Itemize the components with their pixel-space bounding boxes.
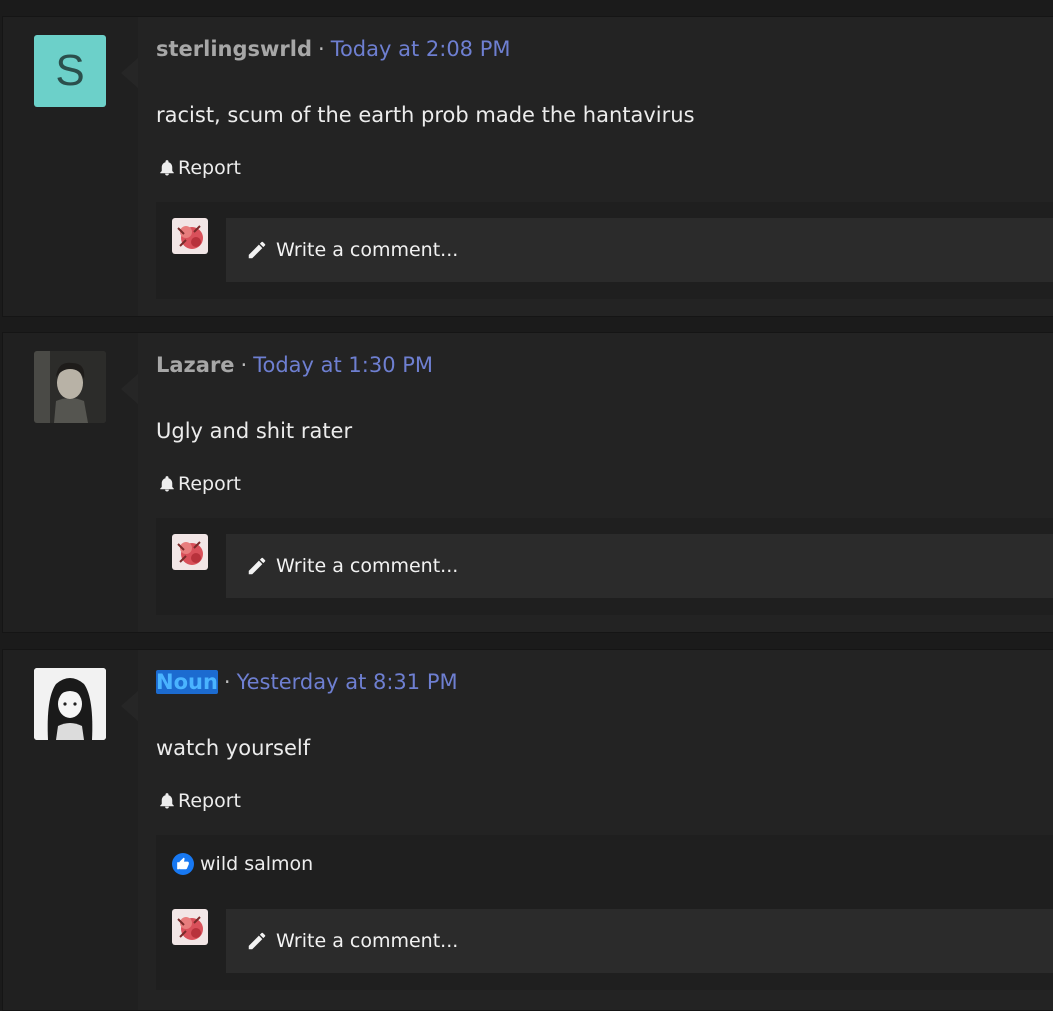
meta-separator: · [223, 670, 231, 694]
post-text: Ugly and shit rater [156, 419, 353, 443]
post: Lazare · Today at 1:30 PM Ugly and shit ra… [2, 332, 1053, 633]
post-text: watch yourself [156, 736, 311, 760]
bell-icon [160, 476, 174, 492]
speech-arrow [121, 57, 139, 89]
author-name[interactable]: Lazare [156, 353, 235, 377]
post-avatar-column [3, 333, 139, 632]
avatar[interactable] [34, 668, 106, 740]
comment-placeholder: Write a comment... [276, 239, 459, 261]
post-meta: Lazare · Today at 1:30 PM [156, 353, 433, 377]
pencil-icon [248, 557, 266, 575]
bell-icon [160, 160, 174, 176]
report-label: Report [178, 473, 241, 495]
avatar[interactable]: S [34, 35, 106, 107]
comment-input[interactable]: Write a comment... [226, 534, 1053, 598]
avatar[interactable] [34, 351, 106, 423]
post-content: Noun · Yesterday at 8:31 PM watch yourself… [138, 650, 1053, 1010]
post-time[interactable]: Yesterday at 8:31 PM [237, 670, 458, 694]
post-content: Lazare · Today at 1:30 PM Ugly and shit ra… [138, 333, 1053, 632]
meta-separator: · [240, 353, 248, 377]
post-avatar-column [3, 650, 139, 1010]
likes-row[interactable]: wild salmon [156, 835, 1053, 894]
author-name[interactable]: sterlingswrld [156, 37, 312, 61]
meta-separator: · [318, 37, 325, 61]
post-text: racist, scum of the earth prob made the … [156, 103, 695, 127]
pencil-icon [248, 932, 266, 950]
post-meta: sterlingswrld · Today at 2:08 PM [156, 37, 511, 61]
speech-arrow [121, 690, 139, 722]
like-icon [172, 853, 194, 875]
likes-names[interactable]: wild salmon [200, 853, 313, 875]
comment-box: Write a comment... [156, 202, 1053, 299]
report-button[interactable]: Report [158, 790, 241, 812]
speech-arrow [121, 373, 139, 405]
report-button[interactable]: Report [158, 157, 241, 179]
post: S sterlingswrld · Today at 2:08 PM racist,… [2, 16, 1053, 317]
post-meta: Noun · Yesterday at 8:31 PM [156, 670, 458, 694]
comment-input[interactable]: Write a comment... [226, 218, 1053, 282]
post-avatar-column: S [3, 17, 139, 316]
comment-box: Write a comment... [156, 518, 1053, 615]
pencil-icon [248, 241, 266, 259]
report-label: Report [178, 157, 241, 179]
comment-placeholder: Write a comment... [276, 930, 459, 952]
current-user-avatar [172, 909, 208, 945]
report-button[interactable]: Report [158, 473, 241, 495]
post-time[interactable]: Today at 1:30 PM [253, 353, 433, 377]
comment-box: Write a comment... [156, 893, 1053, 990]
post-time[interactable]: Today at 2:08 PM [331, 37, 511, 61]
report-label: Report [178, 790, 241, 812]
post: Noun · Yesterday at 8:31 PM watch yourself… [2, 649, 1053, 1011]
comment-input[interactable]: Write a comment... [226, 909, 1053, 973]
comment-placeholder: Write a comment... [276, 555, 459, 577]
author-name[interactable]: Noun [156, 670, 218, 694]
current-user-avatar [172, 218, 208, 254]
post-content: sterlingswrld · Today at 2:08 PM racist, s… [138, 17, 1053, 316]
bell-icon [160, 793, 174, 809]
current-user-avatar [172, 534, 208, 570]
